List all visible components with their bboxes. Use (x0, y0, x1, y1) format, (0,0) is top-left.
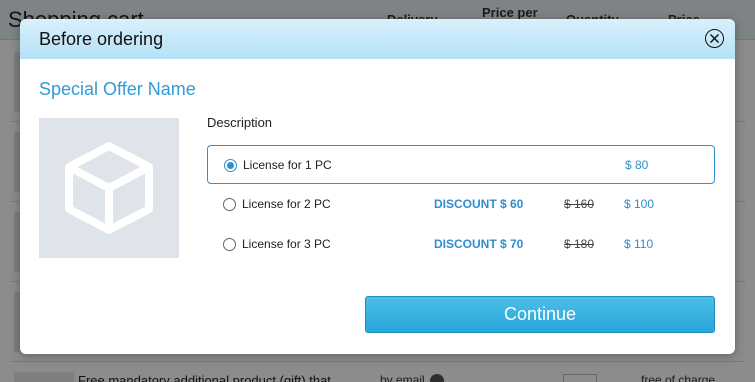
radio-button[interactable] (224, 159, 237, 172)
price: $ 100 (624, 197, 655, 211)
price: $ 110 (624, 237, 654, 251)
radio-button[interactable] (223, 198, 236, 211)
price: $ 80 (625, 158, 649, 172)
old-price: $ 180 (564, 237, 595, 251)
old-price: $ 160 (564, 197, 595, 211)
close-icon (710, 34, 719, 43)
license-option-3[interactable]: License for 3 PC DISCOUNT $ 70 $ 180 $ 1… (207, 225, 715, 264)
close-button[interactable] (705, 29, 724, 48)
license-label: License for 2 PC (242, 197, 331, 211)
product-image (39, 118, 179, 258)
license-option-1[interactable]: License for 1 PC $ 80 (207, 145, 715, 184)
dialog-title: Before ordering (39, 28, 164, 49)
license-label: License for 3 PC (242, 237, 331, 251)
discount-label: DISCOUNT $ 70 (434, 237, 524, 251)
radio-button[interactable] (223, 238, 236, 251)
dialog-header: Before ordering (20, 19, 735, 59)
discount-label: DISCOUNT $ 60 (434, 197, 524, 211)
offer-name: Special Offer Name (39, 79, 196, 99)
license-option-2[interactable]: License for 2 PC DISCOUNT $ 60 $ 160 $ 1… (207, 185, 715, 224)
description-label: Description (207, 115, 273, 130)
box-icon (65, 142, 153, 234)
license-label: License for 1 PC (243, 158, 332, 172)
before-ordering-dialog: Before ordering Special Offer Name Descr… (20, 19, 735, 354)
continue-button[interactable]: Continue (365, 296, 715, 333)
